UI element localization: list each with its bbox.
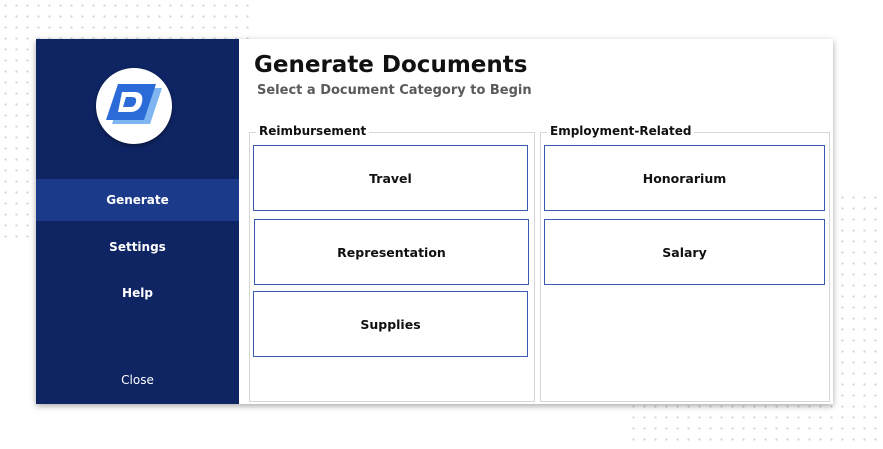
travel-button[interactable]: Travel: [253, 145, 528, 211]
app-logo: [96, 68, 172, 144]
honorarium-button[interactable]: Honorarium: [544, 145, 825, 211]
sidebar: Generate Settings Help Close: [36, 39, 239, 404]
group-label-employment-related: Employment-Related: [547, 124, 695, 138]
supplies-button[interactable]: Supplies: [253, 291, 528, 357]
sidebar-item-settings[interactable]: Settings: [36, 236, 239, 258]
group-reimbursement: Reimbursement Travel Representation Supp…: [249, 124, 535, 402]
group-employment-related: Employment-Related Honorarium Salary: [540, 124, 830, 402]
page-title: Generate Documents: [254, 52, 528, 78]
page-subtitle: Select a Document Category to Begin: [257, 83, 532, 98]
sidebar-item-generate[interactable]: Generate: [36, 179, 239, 221]
group-label-reimbursement: Reimbursement: [256, 124, 370, 138]
sidebar-item-close[interactable]: Close: [36, 369, 239, 391]
sidebar-item-help[interactable]: Help: [36, 282, 239, 304]
salary-button[interactable]: Salary: [544, 219, 825, 285]
representation-button[interactable]: Representation: [254, 219, 529, 285]
app-window: Generate Settings Help Close Generate Do…: [36, 39, 833, 404]
document-d-logo-icon: [106, 84, 162, 124]
